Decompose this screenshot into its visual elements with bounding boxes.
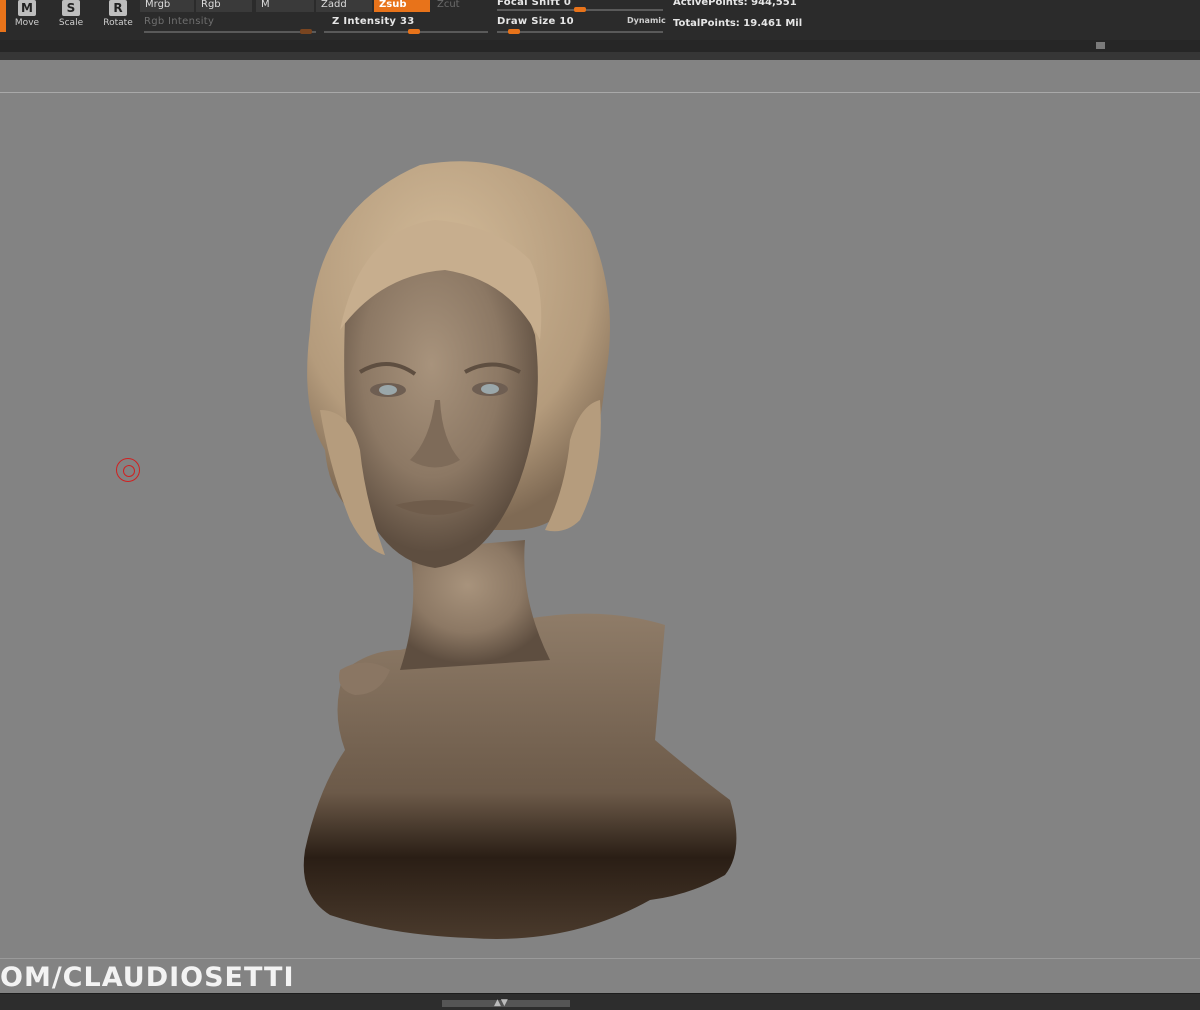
z-intensity-slider[interactable] <box>324 31 488 33</box>
brush-cursor <box>116 458 140 482</box>
rotate-label: Rotate <box>103 18 133 28</box>
draw-size-label: Draw Size 10 <box>497 16 574 27</box>
scale-tool-button[interactable]: S Scale <box>52 0 90 34</box>
rotate-icon: R <box>109 0 127 16</box>
scale-icon: S <box>62 0 80 16</box>
scale-label: Scale <box>58 18 84 28</box>
focal-shift-label: Focal Shift 0 <box>497 0 572 8</box>
draw-size-handle[interactable] <box>508 29 520 34</box>
move-icon: M <box>18 0 36 16</box>
toolbar-scroll-handle[interactable] <box>1096 42 1105 49</box>
draw-size-slider[interactable] <box>497 31 663 33</box>
active-points-readout: ActivePoints: 944,551 <box>673 0 797 8</box>
rgb-intensity-slider[interactable] <box>144 31 316 33</box>
zcut-button[interactable]: Zcut <box>432 0 488 12</box>
watermark-text: OM/CLAUDIOSETTI <box>0 962 295 993</box>
document-separator <box>0 52 1200 60</box>
focal-shift-handle[interactable] <box>574 7 586 12</box>
move-label: Move <box>14 18 40 28</box>
bottom-tray <box>0 993 1200 1010</box>
active-tool-indicator <box>0 0 6 32</box>
canvas-bottom-border <box>0 958 1200 959</box>
zadd-button[interactable]: Zadd <box>316 0 372 12</box>
z-intensity-label: Z Intensity 33 <box>332 16 415 27</box>
sculpt-model[interactable] <box>270 150 750 950</box>
canvas-top-border <box>0 92 1200 93</box>
rgb-intensity-handle[interactable] <box>300 29 312 34</box>
m-button[interactable]: M <box>256 0 314 12</box>
bottom-tray-handle[interactable]: ▲▼ <box>442 998 570 1008</box>
rgb-intensity-label: Rgb Intensity <box>144 16 215 27</box>
mrgb-button[interactable]: Mrgb <box>140 0 194 12</box>
rgb-button[interactable]: Rgb <box>196 0 252 12</box>
move-tool-button[interactable]: M Move <box>8 0 46 34</box>
top-toolbar: M Move S Scale R Rotate Mrgb Rgb M Zadd … <box>0 0 1200 40</box>
z-intensity-handle[interactable] <box>408 29 420 34</box>
zsub-button[interactable]: Zsub <box>374 0 430 12</box>
total-points-readout: TotalPoints: 19.461 Mil <box>673 18 803 29</box>
dynamic-toggle[interactable]: Dynamic <box>627 16 666 25</box>
chevron-down-icon: ▲▼ <box>494 998 508 1008</box>
rotate-tool-button[interactable]: R Rotate <box>99 0 137 34</box>
